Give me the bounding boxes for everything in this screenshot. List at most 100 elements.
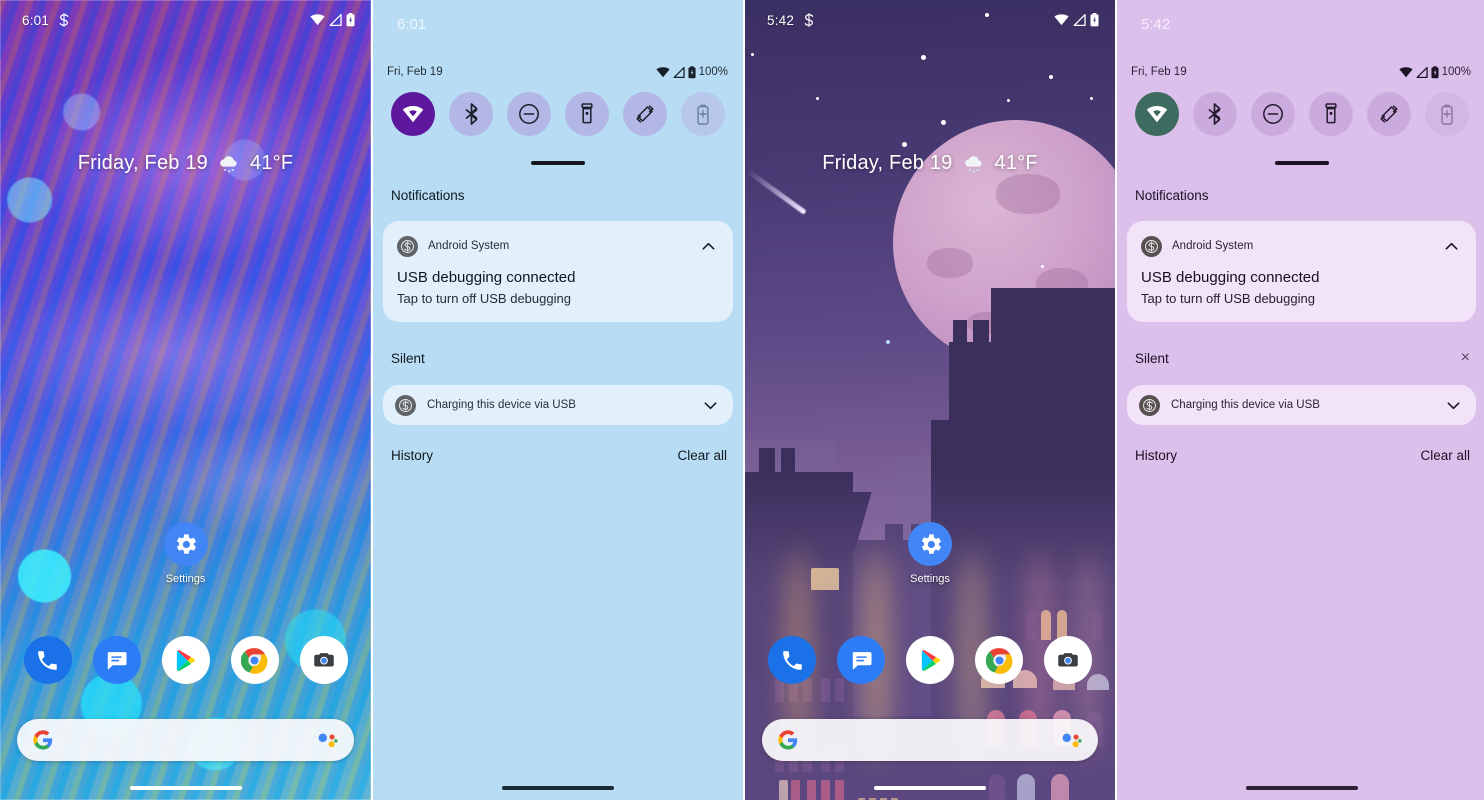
google-g-icon [33,730,53,750]
google-g-icon [778,730,798,750]
shade-drag-handle[interactable] [531,161,585,165]
dock-item-play-store[interactable] [906,636,954,684]
qs-status-icons: 100% [1398,65,1471,79]
status-bar-right [310,13,355,27]
qs-tile-do-not-disturb[interactable] [1250,92,1295,136]
gesture-nav-bar[interactable] [129,786,242,790]
app-icon-settings[interactable]: Settings [745,522,1115,585]
wifi-icon [1146,105,1168,123]
gesture-nav-bar[interactable] [1245,786,1358,790]
qs-tile-bluetooth[interactable] [1192,92,1237,136]
qs-tile-internet[interactable] [1134,92,1179,136]
qs-tile-auto-rotate[interactable] [1366,92,1411,136]
widget-temperature: 41°F [994,152,1038,174]
section-title-silent: Silent [391,350,425,366]
dock-item-camera[interactable] [1044,636,1092,684]
qs-tile-bluetooth[interactable] [449,92,493,136]
messages-icon [104,648,129,673]
wifi-icon [655,66,670,78]
dock-item-chrome[interactable] [975,636,1023,684]
status-clock: 5:42 [767,12,795,28]
quick-settings-header: Fri, Feb 19 100% [1117,62,1484,82]
notification-card-android-system[interactable]: Android System USB debugging connected T… [1127,221,1476,322]
clock-weather-widget[interactable]: Friday, Feb 19 41°F [745,152,1115,175]
qs-tile-battery-saver[interactable] [1424,92,1469,136]
dock-item-messages[interactable] [837,636,885,684]
panel-home-light: 6:01 Friday, Feb 19 41°F Settings [0,0,371,800]
clock-weather-widget[interactable]: Friday, Feb 19 41°F [0,152,371,175]
quick-settings-tiles [1117,92,1484,136]
gesture-nav-bar[interactable] [874,786,986,790]
dock-item-phone[interactable] [23,636,72,684]
shade-footer: History Clear all [1135,444,1470,466]
dock-item-messages[interactable] [92,636,141,684]
screenshot-strip: 6:01 Friday, Feb 19 41°F Settings 6:01 F… [0,0,1484,800]
dock-item-chrome[interactable] [230,636,279,684]
qs-date: Fri, Feb 19 [387,66,443,78]
do-not-disturb-icon [518,103,540,125]
bluetooth-icon [1205,103,1224,125]
messages-icon [849,648,874,673]
phone-icon [780,648,805,673]
google-assistant-icon[interactable] [316,730,338,750]
clear-all-button[interactable]: Clear all [1420,448,1470,463]
widget-date: Friday, Feb 19 [77,152,208,174]
chrome-icon [241,647,268,674]
section-title-silent-row: Silent × [1135,347,1470,369]
section-title-notifications: Notifications [391,188,465,203]
battery-icon [688,65,696,79]
qs-tile-auto-rotate[interactable] [623,92,667,136]
cell-signal-icon [1416,66,1428,78]
chevron-up-icon[interactable] [697,235,719,257]
notification-card-charging[interactable]: Charging this device via USB [383,385,733,425]
qs-tile-battery-saver[interactable] [681,92,725,136]
panel-shade-blue: 6:01 Fri, Feb 19 100% Notifications Andr… [373,0,743,800]
qs-tile-internet[interactable] [391,92,435,136]
notification-shade: 6:01 Fri, Feb 19 100% Notifications Andr… [373,0,743,800]
shade-footer: History Clear all [391,444,727,466]
shade-clock: 6:01 [397,16,427,33]
widget-temperature: 41°F [250,152,294,174]
notification-app-name: Android System [428,240,510,252]
notification-card-charging[interactable]: Charging this device via USB [1127,385,1476,425]
section-title-notifications: Notifications [1135,188,1209,203]
battery-icon [1431,65,1439,79]
status-bar: 5:42 [745,0,1115,40]
status-bar: 6:01 [0,0,371,40]
widget-date: Friday, Feb 19 [822,152,953,174]
chevron-down-icon[interactable] [1442,394,1464,416]
notification-app-name: Android System [1172,240,1254,252]
chevron-up-icon[interactable] [1440,235,1462,257]
notification-header: Android System [397,235,719,257]
history-button[interactable]: History [391,448,433,463]
notification-shade: 5:42 Fri, Feb 19 100% Notifications Andr… [1117,0,1484,800]
google-search-bar[interactable] [762,719,1098,761]
qs-tile-flashlight[interactable] [1308,92,1353,136]
cell-signal-icon [1073,14,1086,26]
shade-drag-handle[interactable] [1274,161,1329,165]
silent-close-icon[interactable]: × [1461,349,1470,367]
dock-item-play-store[interactable] [161,636,210,684]
flashlight-icon [580,103,594,125]
section-title-silent: Silent [1135,350,1169,366]
notification-subtitle: Tap to turn off USB debugging [397,291,571,306]
battery-saver-icon [1440,104,1454,125]
clear-all-button[interactable]: Clear all [677,448,727,463]
google-assistant-icon[interactable] [1060,730,1082,750]
panel-shade-pink: 5:42 Fri, Feb 19 100% Notifications Andr… [1117,0,1484,800]
notification-card-android-system[interactable]: Android System USB debugging connected T… [383,221,733,322]
dock-item-camera[interactable] [299,636,348,684]
chevron-down-icon[interactable] [699,394,721,416]
gesture-nav-bar[interactable] [502,786,614,790]
qs-tile-do-not-disturb[interactable] [507,92,551,136]
google-search-bar[interactable] [17,719,354,761]
play-store-icon [918,648,943,673]
snow-cloud-icon [217,154,241,174]
qs-tile-flashlight[interactable] [565,92,609,136]
status-clock: 6:01 [22,12,50,28]
camera-icon [311,647,337,673]
app-icon-settings[interactable]: Settings [0,522,371,585]
dock-item-phone[interactable] [768,636,816,684]
section-title-silent-row: Silent [391,347,727,369]
history-button[interactable]: History [1135,448,1177,463]
